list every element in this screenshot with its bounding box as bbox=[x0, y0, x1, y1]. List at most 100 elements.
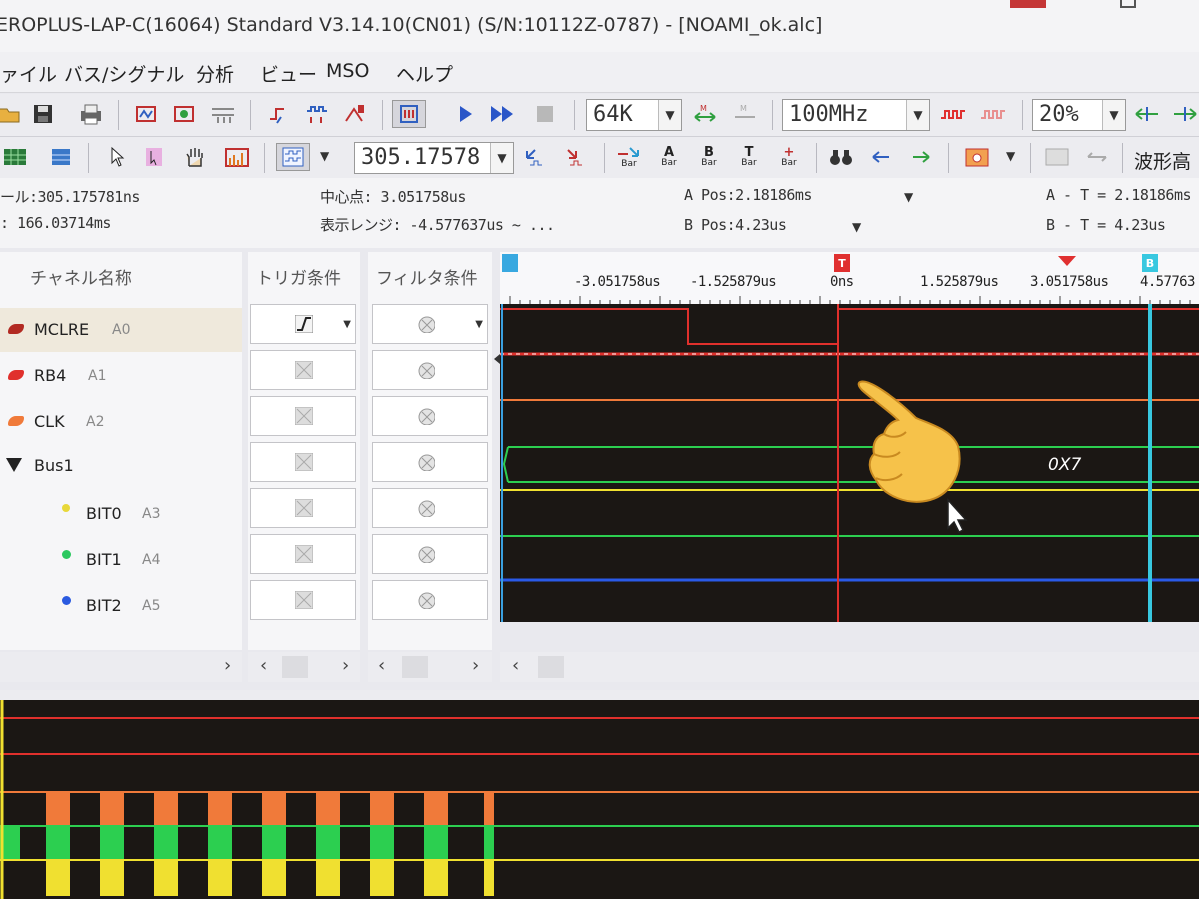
filter-cell-bus1[interactable] bbox=[372, 442, 488, 482]
capture-color-icon[interactable] bbox=[170, 100, 200, 128]
filter-cell-mclre[interactable]: ▼ bbox=[372, 304, 488, 344]
capture-icon[interactable] bbox=[132, 100, 162, 128]
print-icon[interactable] bbox=[76, 100, 106, 128]
chevron-left-icon[interactable]: ‹ bbox=[378, 655, 385, 676]
filter-cell-bit1[interactable] bbox=[372, 534, 488, 574]
expand-triangle-icon[interactable] bbox=[6, 458, 22, 472]
measure-icon[interactable] bbox=[222, 143, 252, 171]
close-icon[interactable] bbox=[1010, 0, 1046, 8]
run-icon[interactable] bbox=[450, 100, 480, 128]
trigger-cell-rb4[interactable] bbox=[250, 350, 356, 390]
screenshot-icon[interactable] bbox=[962, 143, 992, 171]
overview-waveform[interactable] bbox=[0, 700, 1199, 899]
zoom-select[interactable]: 20% ▼ bbox=[1032, 99, 1126, 131]
memory-up-icon[interactable]: M bbox=[690, 100, 720, 128]
trigger-cell-bus1[interactable] bbox=[250, 442, 356, 482]
chevron-left-icon[interactable]: ‹ bbox=[260, 655, 267, 676]
chevron-down-icon[interactable]: ▼ bbox=[658, 100, 681, 130]
search-right-icon[interactable] bbox=[562, 143, 592, 171]
a-cursor-marker[interactable] bbox=[502, 254, 518, 272]
bar-a-icon[interactable]: A Bar bbox=[654, 143, 684, 171]
search-left-icon[interactable] bbox=[522, 143, 552, 171]
chevron-down-icon[interactable]: ▼ bbox=[852, 220, 861, 234]
binoculars-icon[interactable] bbox=[826, 143, 856, 171]
filter-cell-clk[interactable] bbox=[372, 396, 488, 436]
jump-prev-icon[interactable] bbox=[866, 143, 896, 171]
jump-next-icon[interactable] bbox=[906, 143, 936, 171]
channel-row-clk[interactable]: CLK A2 bbox=[0, 400, 242, 444]
trigger-cell-bit2[interactable] bbox=[250, 580, 356, 620]
waveform-display[interactable]: 0X7 bbox=[500, 304, 1199, 622]
channel-row-mclre[interactable]: MCLRE A0 bbox=[0, 308, 242, 352]
chevron-down-icon[interactable]: ▼ bbox=[475, 319, 483, 330]
grid-view-icon[interactable] bbox=[0, 143, 30, 171]
b-cursor-marker[interactable]: B bbox=[1142, 254, 1158, 272]
trigger-delay-icon[interactable] bbox=[340, 100, 370, 128]
scroll-thumb[interactable] bbox=[402, 656, 428, 678]
signal-config-icon[interactable] bbox=[1082, 143, 1112, 171]
channel-row-bit2[interactable]: BIT2 A5 bbox=[0, 584, 242, 628]
hand-icon[interactable] bbox=[180, 143, 210, 171]
bar-b-icon[interactable]: B Bar bbox=[694, 143, 724, 171]
channel-row-bit1[interactable]: BIT1 A4 bbox=[0, 538, 242, 582]
menu-help[interactable]: ヘルプ bbox=[396, 60, 453, 87]
trigger-scrollbar[interactable]: ‹ › bbox=[248, 652, 360, 682]
clock-wave-icon[interactable] bbox=[938, 100, 968, 128]
zoom-in-icon[interactable] bbox=[1132, 100, 1162, 128]
filter-cell-bit0[interactable] bbox=[372, 488, 488, 528]
zoom-out-icon[interactable] bbox=[1170, 100, 1199, 128]
database-icon[interactable] bbox=[46, 143, 76, 171]
menu-file[interactable]: ァイル bbox=[0, 60, 57, 87]
chevron-down-icon[interactable]: ▼ bbox=[906, 100, 929, 130]
chevron-down-icon[interactable]: ▼ bbox=[904, 190, 913, 204]
menu-analysis[interactable]: 分析 bbox=[196, 60, 234, 87]
chevron-down-icon[interactable]: ▼ bbox=[1006, 149, 1015, 163]
chevron-left-icon[interactable]: ‹ bbox=[512, 655, 519, 676]
channel-row-bit0[interactable]: BIT0 A3 bbox=[0, 492, 242, 536]
chevron-down-icon[interactable]: ▼ bbox=[1102, 100, 1125, 130]
channel-row-bus1[interactable]: Bus1 bbox=[0, 444, 242, 488]
chevron-down-icon[interactable]: ▼ bbox=[343, 319, 351, 330]
chevron-right-icon[interactable]: › bbox=[224, 655, 231, 676]
chevron-right-icon[interactable]: › bbox=[472, 655, 479, 676]
menu-mso[interactable]: MSO bbox=[326, 60, 369, 82]
cursor-triangle-icon[interactable] bbox=[1058, 256, 1076, 266]
trigger-cell-bit1[interactable] bbox=[250, 534, 356, 574]
cursor-icon[interactable] bbox=[102, 143, 132, 171]
menu-view[interactable]: ビュー bbox=[260, 60, 317, 87]
channel-scrollbar[interactable]: › bbox=[0, 652, 242, 682]
select-range-icon[interactable] bbox=[140, 143, 170, 171]
scroll-thumb[interactable] bbox=[282, 656, 308, 678]
trigger-cell-clk[interactable] bbox=[250, 396, 356, 436]
trigger-cell-mclre[interactable]: ▼ bbox=[250, 304, 356, 344]
filter-cell-rb4[interactable] bbox=[372, 350, 488, 390]
waveform-scrollbar[interactable]: ‹ bbox=[500, 652, 1199, 682]
memory-depth-select[interactable]: 64K ▼ bbox=[586, 99, 682, 131]
bar-goto-icon[interactable]: Bar bbox=[614, 143, 644, 171]
menu-bus-signal[interactable]: バス/シグナル bbox=[64, 60, 184, 87]
filter-cell-bit2[interactable] bbox=[372, 580, 488, 620]
bar-add-icon[interactable]: + Bar bbox=[774, 143, 804, 171]
trigger-cell-bit0[interactable] bbox=[250, 488, 356, 528]
trigger-edit-icon[interactable] bbox=[264, 100, 294, 128]
channel-config-icon[interactable] bbox=[208, 100, 238, 128]
time-position-select[interactable]: 305.17578 ▼ bbox=[354, 142, 514, 174]
trigger-marker[interactable]: T bbox=[834, 254, 850, 272]
memory-down-icon[interactable]: M bbox=[730, 100, 760, 128]
sample-rate-select[interactable]: 100MHz ▼ bbox=[782, 99, 930, 131]
channel-row-rb4[interactable]: RB4 A1 bbox=[0, 354, 242, 398]
save-icon[interactable] bbox=[28, 100, 58, 128]
time-ruler[interactable]: -3.051758us -1.525879us T 0ns 1.525879us… bbox=[500, 252, 1199, 304]
scroll-thumb[interactable] bbox=[538, 656, 564, 678]
repeat-icon[interactable] bbox=[392, 100, 426, 128]
open-folder-icon[interactable] bbox=[0, 100, 24, 128]
chevron-down-icon[interactable]: ▼ bbox=[320, 149, 329, 163]
restore-icon[interactable] bbox=[1120, 0, 1136, 8]
waveform-height-label[interactable]: 波形高 bbox=[1134, 147, 1191, 174]
clock-wave-alt-icon[interactable] bbox=[978, 100, 1008, 128]
bus-decode-icon[interactable] bbox=[1042, 143, 1072, 171]
waveform-mode-icon[interactable] bbox=[276, 143, 310, 171]
bar-t-icon[interactable]: T Bar bbox=[734, 143, 764, 171]
chevron-right-icon[interactable]: › bbox=[342, 655, 349, 676]
run-continuous-icon[interactable] bbox=[488, 100, 518, 128]
